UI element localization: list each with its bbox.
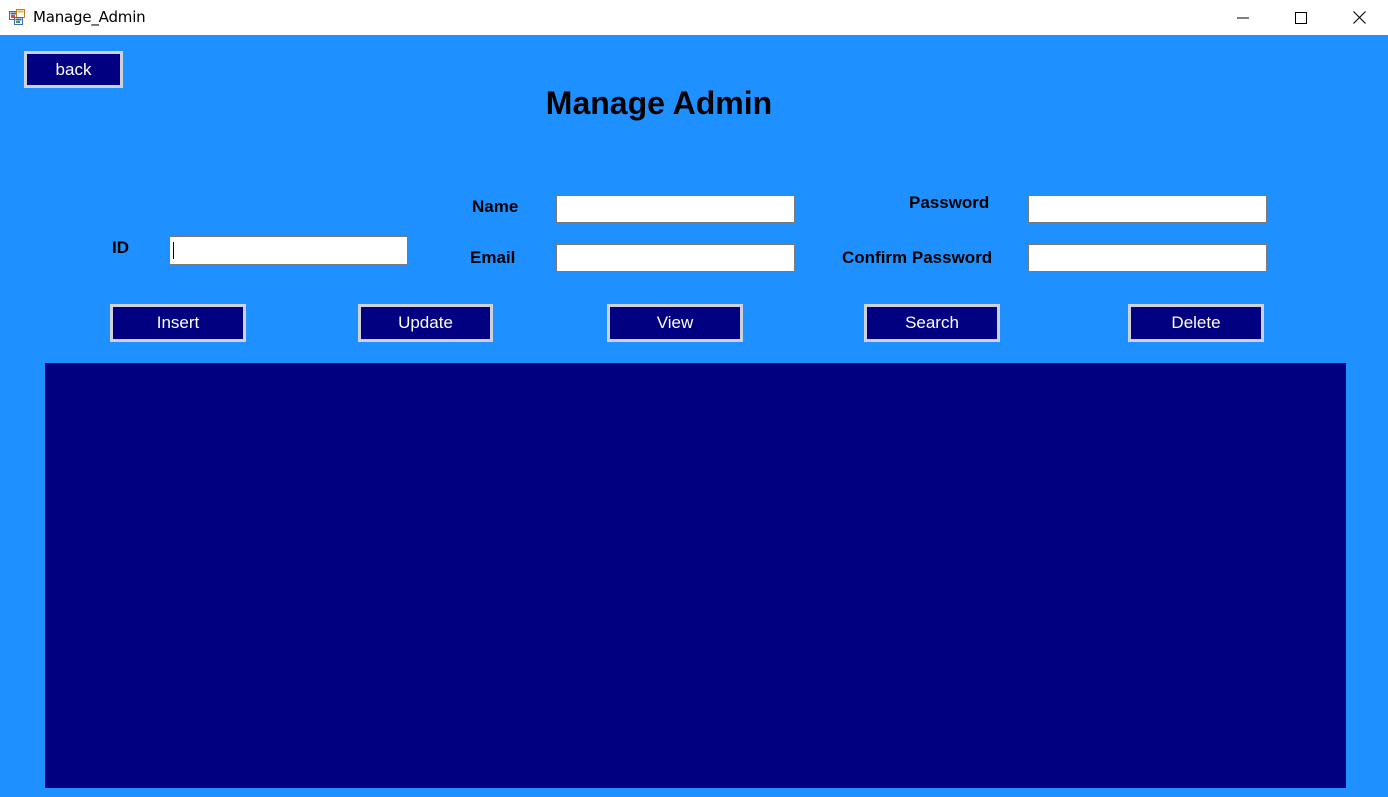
title-bar[interactable]: Manage_Admin (0, 0, 1388, 35)
search-button[interactable]: Search (864, 304, 1000, 342)
close-button[interactable] (1330, 0, 1388, 35)
text-caret (173, 242, 174, 259)
name-field[interactable] (556, 195, 795, 223)
admin-data-grid[interactable] (45, 363, 1346, 788)
id-field[interactable] (169, 236, 408, 265)
confirm-password-label: Confirm Password (842, 248, 993, 267)
manage-admin-window: Manage_Admin back Manage Admin ID Name E… (0, 0, 1388, 797)
password-label: Password (909, 193, 990, 212)
maximize-button[interactable] (1272, 0, 1330, 35)
minimize-button[interactable] (1214, 0, 1272, 35)
update-button[interactable]: Update (358, 304, 493, 342)
form-app-icon (9, 9, 25, 25)
close-icon (1352, 11, 1366, 24)
maximize-icon (1295, 11, 1307, 24)
email-field[interactable] (556, 244, 795, 272)
minimize-icon (1237, 17, 1249, 18)
email-label: Email (470, 248, 516, 267)
name-label: Name (472, 197, 519, 216)
password-field[interactable] (1028, 195, 1267, 223)
page-title: Manage Admin (545, 85, 773, 121)
view-button[interactable]: View (607, 304, 743, 342)
insert-button[interactable]: Insert (110, 304, 246, 342)
delete-button[interactable]: Delete (1128, 304, 1264, 342)
confirm-password-field[interactable] (1028, 244, 1267, 272)
back-button[interactable]: back (24, 51, 123, 88)
window-title: Manage_Admin (33, 8, 146, 26)
form-client-area: back Manage Admin ID Name Email Password… (0, 35, 1388, 797)
id-label: ID (112, 238, 129, 257)
